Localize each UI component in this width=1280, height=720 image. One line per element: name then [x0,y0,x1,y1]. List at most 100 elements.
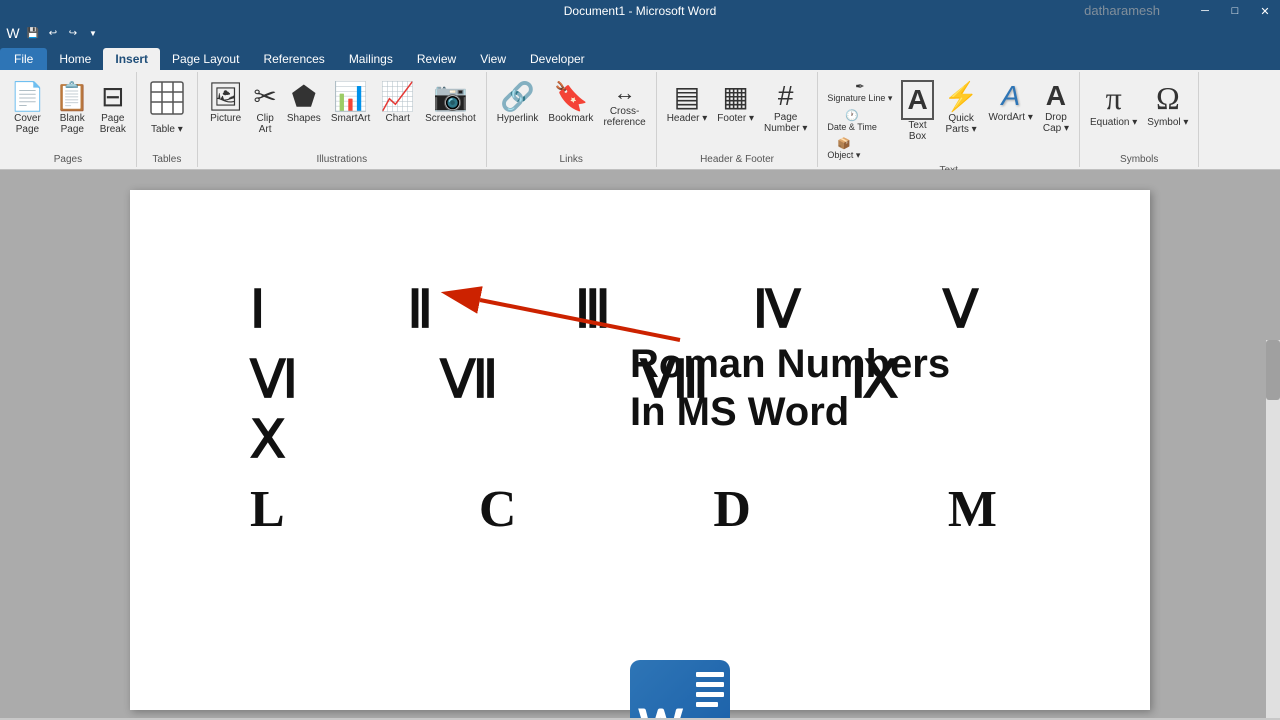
header-icon: ▤ [674,80,700,113]
shapes-button[interactable]: ⬟ Shapes [283,78,325,126]
quick-access-toolbar: W 💾 ↩ ↪ ▼ [0,22,1280,44]
picture-button[interactable]: 🖼 Picture [204,78,248,126]
links-buttons: 🔗 Hyperlink 🔖 Bookmark ↔ Cross-reference [493,74,650,152]
signatureline-icon: ✒ [855,80,864,93]
roman-row-3: L C D M [250,480,1070,539]
equation-label: Equation ▾ [1090,117,1137,128]
headerfooter-group-label: Header & Footer [700,152,774,165]
wordart-label: WordArt ▾ [989,112,1033,123]
header-button[interactable]: ▤ Header ▾ [663,78,712,126]
tables-buttons: Table ▾ [143,74,191,152]
tab-mailings[interactable]: Mailings [337,48,405,70]
object-button[interactable]: 📦 Object ▾ [824,135,863,163]
pages-group-label: Pages [54,152,82,165]
tab-review[interactable]: Review [405,48,468,70]
links-group-label: Links [560,152,583,165]
hyperlink-label: Hyperlink [497,113,539,124]
screenshot-button[interactable]: 📷 Screenshot [421,78,480,126]
crossreference-label: Cross-reference [603,106,645,128]
watermark: datharamesh [1084,3,1160,18]
footer-button[interactable]: ▦ Footer ▾ [713,78,758,126]
ribbon-group-illustrations: 🖼 Picture ✂ ClipArt ⬟ Shapes 📊 SmartArt … [198,72,487,167]
tab-references[interactable]: References [251,48,336,70]
object-label: Object ▾ [827,150,860,161]
table-label: Table ▾ [151,124,183,135]
tab-home[interactable]: Home [47,48,103,70]
tab-insert[interactable]: Insert [103,48,160,70]
minimize-button[interactable]: ─ [1190,0,1220,22]
headerfooter-buttons: ▤ Header ▾ ▦ Footer ▾ # PageNumber ▾ [663,74,812,152]
roman-row-2: Ⅵ Ⅶ Ⅷ Ⅸ Ⅹ [250,350,1070,470]
cover-page-button[interactable]: 📄 CoverPage [6,78,49,137]
table-button[interactable]: Table ▾ [143,78,191,137]
tab-developer[interactable]: Developer [518,48,597,70]
clipart-button[interactable]: ✂ ClipArt [249,78,280,137]
datetime-button[interactable]: 🕐 Date & Time [824,107,880,134]
smartart-button[interactable]: 📊 SmartArt [327,78,374,126]
chart-icon: 📈 [380,80,415,113]
pagenumber-button[interactable]: # PageNumber ▾ [760,78,811,136]
header-label: Header ▾ [667,113,708,124]
ribbon-group-symbols: π Equation ▾ Ω Symbol ▾ Symbols [1080,72,1199,167]
undo-button[interactable]: ↩ [44,24,62,42]
blank-page-button[interactable]: 📋 BlankPage [51,78,94,137]
equation-button[interactable]: π Equation ▾ [1086,78,1141,130]
text-buttons: ✒ Signature Line ▾ 🕐 Date & Time 📦 Objec… [824,74,1073,163]
bookmark-label: Bookmark [548,113,593,124]
quickparts-icon: ⚡ [944,80,979,113]
ribbon-group-headerfooter: ▤ Header ▾ ▦ Footer ▾ # PageNumber ▾ Hea… [657,72,819,167]
textbox-button[interactable]: A TextBox [897,78,937,144]
pages-buttons: 📄 CoverPage 📋 BlankPage ⊟ PageBreak [6,74,130,152]
close-button[interactable]: ✕ [1250,0,1280,22]
smartart-icon: 📊 [333,80,368,113]
tab-pagelayout[interactable]: Page Layout [160,48,251,70]
page-break-label: PageBreak [100,113,126,135]
smartart-label: SmartArt [331,113,370,124]
screenshot-label: Screenshot [425,113,476,124]
ribbon-group-tables: Table ▾ Tables [137,72,198,167]
shapes-label: Shapes [287,113,321,124]
window-controls: ─ □ ✕ [1190,0,1280,22]
symbol-icon: Ω [1156,80,1180,117]
redo-button[interactable]: ↪ [64,24,82,42]
tab-file[interactable]: File [0,48,47,70]
bookmark-button[interactable]: 🔖 Bookmark [544,78,597,126]
bookmark-icon: 🔖 [553,80,588,113]
page-break-button[interactable]: ⊟ PageBreak [96,78,130,137]
roman-row-1: Ⅰ Ⅱ Ⅲ Ⅳ Ⅴ [250,280,1070,340]
document-page[interactable]: Ⅰ Ⅱ Ⅲ Ⅳ Ⅴ Ⅵ Ⅶ Ⅷ Ⅸ Ⅹ L C D M [130,190,1150,710]
quickparts-button[interactable]: ⚡ QuickParts ▾ [940,78,983,137]
save-button[interactable]: 💾 [24,24,42,42]
maximize-button[interactable]: □ [1220,0,1250,22]
hyperlink-button[interactable]: 🔗 Hyperlink [493,78,543,126]
screenshot-icon: 📷 [433,80,468,113]
word-icon: W [4,24,22,42]
word-doc-lines [696,672,724,707]
dropcap-button[interactable]: A DropCap ▾ [1039,78,1073,136]
cover-page-label: CoverPage [14,113,41,135]
textbox-label: TextBox [908,120,926,142]
blank-page-icon: 📋 [55,80,90,113]
crossreference-button[interactable]: ↔ Cross-reference [599,78,649,130]
clipart-label: ClipArt [257,113,274,135]
symbol-button[interactable]: Ω Symbol ▾ [1143,78,1192,130]
signatureline-button[interactable]: ✒ Signature Line ▾ [824,78,895,106]
dropcap-icon: A [1046,80,1066,112]
scrollbar[interactable] [1266,340,1280,718]
quickparts-label: QuickParts ▾ [946,113,977,135]
customize-button[interactable]: ▼ [84,24,102,42]
symbols-buttons: π Equation ▾ Ω Symbol ▾ [1086,74,1192,152]
picture-label: Picture [210,113,241,124]
table-icon [149,80,185,124]
tables-group-label: Tables [152,152,181,165]
ribbon: 📄 CoverPage 📋 BlankPage ⊟ PageBreak Page… [0,70,1280,170]
wordart-button[interactable]: A WordArt ▾ [985,78,1037,125]
page-break-icon: ⊟ [101,80,124,113]
chart-button[interactable]: 📈 Chart [376,78,419,126]
scroll-thumb[interactable] [1266,340,1280,400]
tab-view[interactable]: View [468,48,518,70]
wordart-icon: A [1001,80,1020,112]
ribbon-tabs: File Home Insert Page Layout References … [0,44,1280,70]
ribbon-group-links: 🔗 Hyperlink 🔖 Bookmark ↔ Cross-reference… [487,72,657,167]
clipart-icon: ✂ [253,80,276,113]
